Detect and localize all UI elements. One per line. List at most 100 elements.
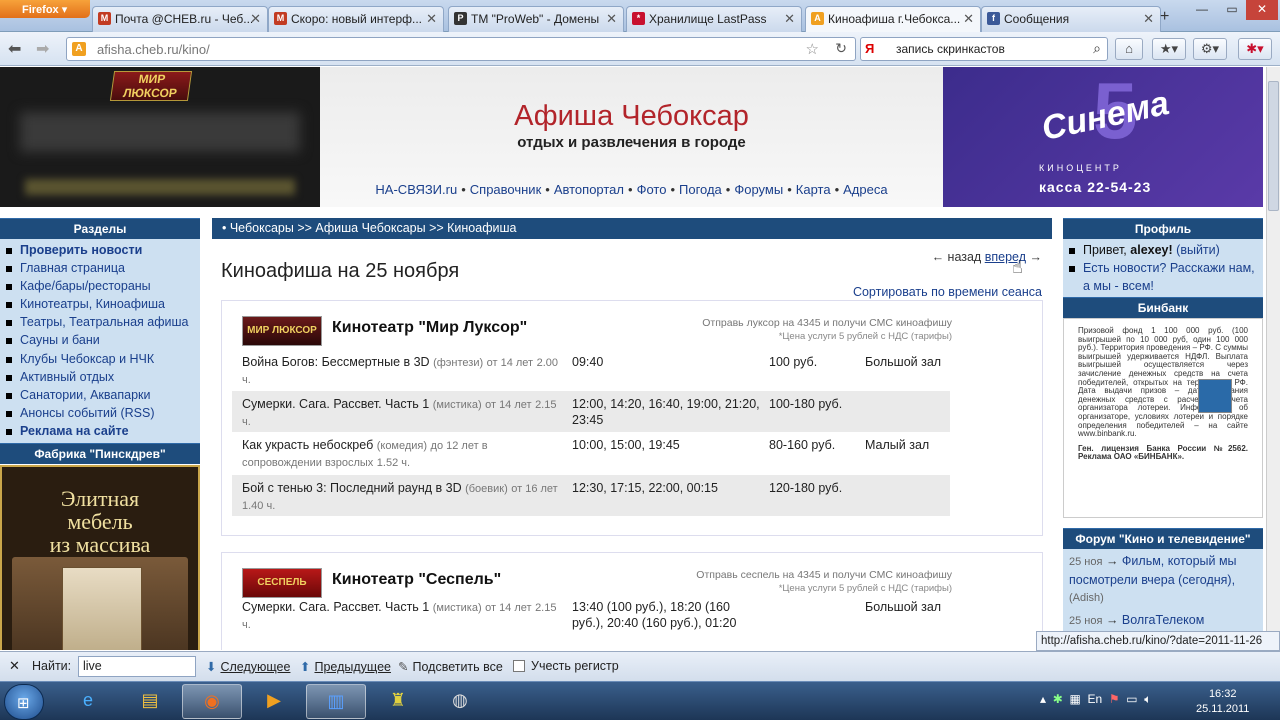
home-icon[interactable]: ⌂	[1115, 38, 1143, 60]
sidebar-menu-item[interactable]: Анонсы событий (RSS)	[6, 404, 200, 422]
film-title[interactable]: Сумерки. Сага. Рассвет. Часть 1	[242, 600, 429, 614]
page-scrollbar[interactable]	[1266, 67, 1280, 650]
breadcrumb[interactable]: • Чебоксары >> Афиша Чебоксары >> Киноаф…	[212, 218, 1052, 239]
film-title[interactable]: Бой с тенью 3: Последний раунд в 3D	[242, 481, 462, 495]
tray-volume-icon[interactable]: 🔈︎	[1144, 692, 1151, 706]
minimize-button[interactable]: —	[1186, 0, 1218, 20]
film-title[interactable]: Сумерки. Сага. Рассвет. Часть 1	[242, 397, 429, 411]
close-tab-icon[interactable]: ✕	[426, 11, 437, 27]
tab[interactable]: f Сообщения ✕	[981, 6, 1161, 32]
mir-luxor-banner[interactable]: МИР ЛЮКСОР	[0, 67, 320, 207]
sidebar-menu-item[interactable]: Активный отдых	[6, 368, 200, 386]
sidebar-menu-item[interactable]: Кафе/бары/рестораны	[6, 277, 200, 295]
nav-link[interactable]: Погода	[679, 182, 722, 197]
cinema-name[interactable]: Кинотеатр "Сеспель"	[332, 571, 501, 589]
scrollbar-thumb[interactable]	[1268, 81, 1279, 211]
tray-network-icon[interactable]: ▦	[1069, 692, 1080, 706]
system-tray: ▴ ✱ ▦ En ⚑ ▭ 🔈︎	[1040, 692, 1151, 707]
pinskdrev-ad[interactable]: Элитная мебель из массива	[0, 465, 200, 650]
nav-link[interactable]: Справочник	[470, 182, 542, 197]
binbank-heading: Бинбанк	[1063, 297, 1263, 318]
tray-flag-icon[interactable]: ⚑	[1109, 692, 1120, 706]
sidebar-menu-item[interactable]: Проверить новости	[6, 241, 200, 259]
site-title[interactable]: Афиша Чебоксар	[320, 100, 943, 133]
addon-icon[interactable]: ⚙▾	[1193, 38, 1227, 60]
match-case-checkbox[interactable]: Учесть регистр	[513, 659, 619, 673]
film-title[interactable]: Война Богов: Бессмертные в 3D	[242, 355, 430, 369]
close-tab-icon[interactable]: ✕	[784, 11, 795, 27]
close-tab-icon[interactable]: ✕	[250, 11, 261, 27]
nav-link[interactable]: Форумы	[734, 182, 783, 197]
nav-link[interactable]: НА-СВЯЗИ.ru	[375, 182, 457, 197]
firefox-taskbar-icon[interactable]: ◉	[182, 684, 242, 719]
sidebar-menu-item[interactable]: Сауны и бани	[6, 331, 200, 349]
highlight-all-button[interactable]: ✎ Подсветить все	[398, 659, 503, 674]
bookmark-star-icon[interactable]: ☆	[806, 40, 819, 58]
app-taskbar-icon[interactable]: ▥	[306, 684, 366, 719]
bookmarks-icon[interactable]: ★▾	[1152, 38, 1186, 60]
new-tab-button[interactable]: +	[1160, 8, 1169, 26]
nav-link[interactable]: Автопортал	[554, 182, 624, 197]
tray-monitor-icon[interactable]: ▭	[1126, 692, 1137, 706]
find-input[interactable]: live	[78, 656, 196, 677]
cinema5-banner[interactable]: 5 Синема КИНОЦЕНТР касса 22-54-23	[943, 67, 1263, 207]
close-window-button[interactable]: ✕	[1246, 0, 1278, 20]
forum-post[interactable]: 25 ноя → Фильм, который мы посмотрели вч…	[1069, 553, 1257, 608]
explorer-taskbar-icon[interactable]: ▤	[120, 684, 180, 719]
tool-taskbar-icon[interactable]: ♜	[368, 684, 428, 719]
binbank-ad[interactable]: Призовой фонд 1 100 000 руб. (100 выигры…	[1063, 318, 1263, 518]
url-bar[interactable]: A afisha.cheb.ru/kino/ ☆ ↻	[66, 37, 856, 61]
tray-arrow-icon[interactable]: ▴	[1040, 692, 1046, 706]
sidebar-menu-item[interactable]: Реклама на сайте	[6, 422, 200, 440]
tab[interactable]: P TM "ProWeb" - Домены ✕	[448, 6, 624, 32]
logout-link[interactable]: (выйти)	[1176, 243, 1220, 257]
close-tab-icon[interactable]: ✕	[963, 11, 974, 27]
language-indicator[interactable]: En	[1087, 692, 1102, 706]
cinema5-phone: касса 22-54-23	[1039, 179, 1152, 195]
sidebar-menu-item[interactable]: Санатории, Аквапарки	[6, 386, 200, 404]
reload-icon[interactable]: ↻	[835, 40, 847, 57]
search-icon[interactable]: ⌕	[1093, 40, 1101, 57]
close-tab-icon[interactable]: ✕	[606, 11, 617, 27]
maximize-button[interactable]: ▭	[1216, 0, 1248, 20]
back-icon[interactable]: ⬅	[8, 39, 21, 59]
sidebar-menu-item[interactable]: Главная страница	[6, 259, 200, 277]
showtimes: 10:00, 15:00, 19:45	[572, 438, 680, 452]
cinema-name[interactable]: Кинотеатр "Мир Луксор"	[332, 319, 527, 337]
find-prev-button[interactable]: ⬆ Предыдущее	[300, 659, 391, 674]
cinema-logo[interactable]: МИР ЛЮКСОР	[242, 316, 322, 346]
tray-app-icon[interactable]: ✱	[1053, 692, 1063, 706]
search-input[interactable]: запись скринкастов	[896, 42, 1005, 56]
media-taskbar-icon[interactable]: ▶	[244, 684, 304, 719]
film-title[interactable]: Как украсть небоскреб	[242, 438, 373, 452]
web-page: МИР ЛЮКСОР Афиша Чебоксар отдых и развле…	[0, 67, 1266, 650]
lastpass-toolbar-icon[interactable]: ✱▾	[1238, 38, 1272, 60]
tab[interactable]: A Киноафиша г.Чебокса... ✕	[805, 6, 981, 33]
start-button[interactable]: ⊞	[4, 684, 44, 720]
ie-taskbar-icon[interactable]: e	[58, 684, 118, 719]
forward-arrow[interactable]: →	[1030, 250, 1043, 264]
news-prompt-link[interactable]: Есть новости? Расскажи нам, а мы - всем!	[1069, 259, 1257, 295]
nav-link[interactable]: Фото	[637, 182, 667, 197]
price: 100-180 руб.	[769, 397, 843, 411]
tab[interactable]: M Скоро: новый интерф... ✕	[268, 6, 444, 32]
close-tab-icon[interactable]: ✕	[1143, 11, 1154, 27]
nav-link[interactable]: Адреса	[843, 182, 887, 197]
forward-icon[interactable]: ➡	[36, 39, 49, 59]
close-find-icon[interactable]: ✕	[9, 658, 20, 674]
tab[interactable]: * Хранилище LastPass ✕	[626, 6, 802, 32]
mir-luxor-logo: МИР ЛЮКСОР	[109, 71, 193, 101]
sidebar-menu-item[interactable]: Кинотеатры, Киноафиша	[6, 295, 200, 313]
search-box[interactable]: Я запись скринкастов ⌕	[860, 37, 1108, 61]
film-age: от 14 лет	[486, 357, 534, 369]
sort-by-time-link[interactable]: Сортировать по времени сеанса	[853, 285, 1042, 299]
clock[interactable]: 16:32 25.11.2011	[1196, 687, 1249, 717]
tab[interactable]: M Почта @CHEB.ru - Чеб... ✕	[92, 6, 268, 32]
find-next-button[interactable]: ⬇ Следующее	[206, 659, 290, 674]
back-link[interactable]: ← назад	[932, 250, 982, 264]
firefox-menu-button[interactable]: Firefox ▾	[0, 0, 90, 18]
sidebar-menu-item[interactable]: Клубы Чебоксар и НЧК	[6, 350, 200, 368]
sidebar-menu-item[interactable]: Театры, Театральная афиша	[6, 313, 200, 331]
nav-link[interactable]: Карта	[796, 182, 831, 197]
recorder-taskbar-icon[interactable]: ◍	[430, 684, 490, 719]
